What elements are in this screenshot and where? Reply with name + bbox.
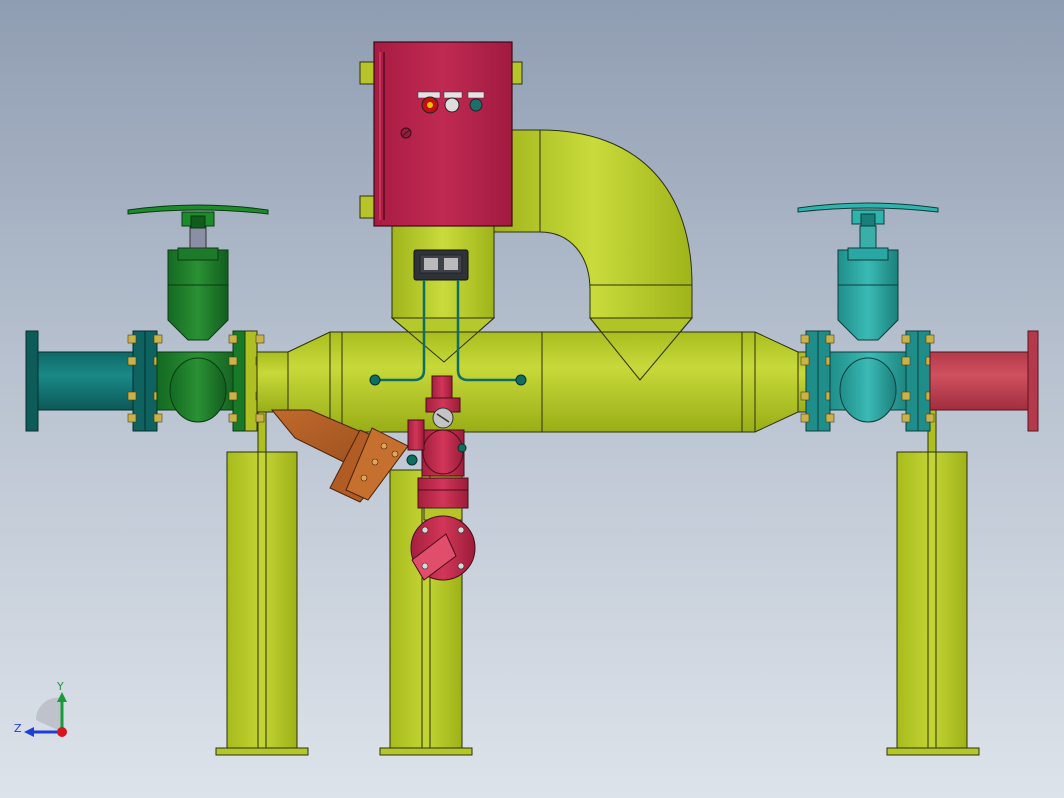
assembly-model[interactable] xyxy=(0,0,1064,798)
white-button-icon xyxy=(444,97,460,113)
z-axis-label: Z xyxy=(14,722,22,735)
inlet-pipe[interactable] xyxy=(25,330,163,432)
x-axis-icon xyxy=(57,727,67,737)
cad-viewport[interactable]: Y Z xyxy=(0,0,1064,798)
control-box[interactable] xyxy=(359,41,523,227)
handwheel-left-icon xyxy=(127,204,269,229)
control-buttons xyxy=(417,91,485,114)
y-axis-label: Y xyxy=(56,680,64,693)
support-leg-left xyxy=(215,387,309,756)
green-button-icon xyxy=(469,98,483,112)
handwheel-right-icon xyxy=(797,202,939,227)
support-leg-right xyxy=(886,387,980,756)
orientation-triad: Y Z xyxy=(14,680,67,737)
flow-meter-body[interactable] xyxy=(287,317,799,433)
right-gate-valve[interactable] xyxy=(797,202,939,432)
